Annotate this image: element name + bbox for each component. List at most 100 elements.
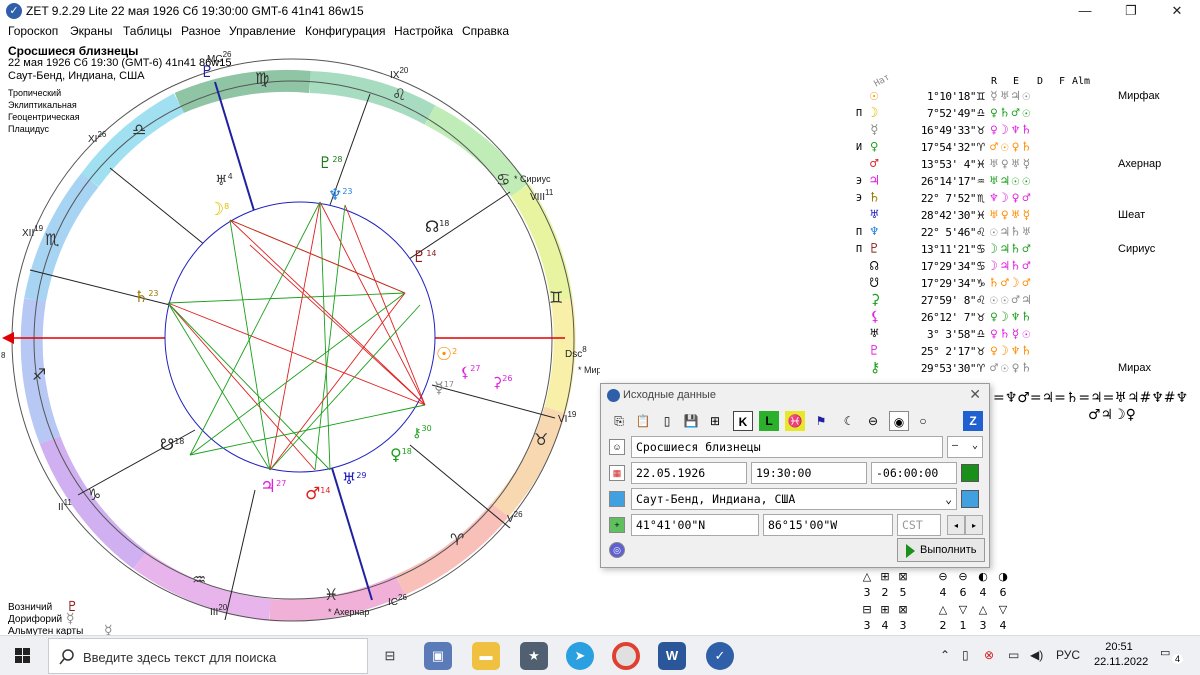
- tray-network-icon[interactable]: ⊗: [984, 648, 994, 662]
- row-degree: 26°14'17": [920, 175, 977, 188]
- menu-help[interactable]: Справка: [462, 24, 509, 38]
- planet-row[interactable]: ⚷ 29°53'30" ♈ ♂☉♀♄ Мирах: [856, 360, 1196, 377]
- planet-row[interactable]: П ♆ 22° 5'46" ♌ ☉♃♄♅: [856, 224, 1196, 241]
- settings-circle-icon[interactable]: ◎: [609, 542, 625, 558]
- planet-row[interactable]: Э ♄ 22° 7'52" ♏ ♆☽♀♂: [856, 190, 1196, 207]
- planet-row[interactable]: ☉ 1°10'18" ♊ ☿♅♃☉ Мирфак: [856, 88, 1196, 105]
- legend-symbol-12: ▽: [958, 603, 968, 616]
- moon-icon[interactable]: ☾: [839, 411, 859, 431]
- planet-row[interactable]: ☊ 17°29'34" ♋ ☽♃♄♂: [856, 258, 1196, 275]
- planet-row[interactable]: П ☽ 7°52'49" ♎ ♀♄♂☉: [856, 105, 1196, 122]
- tray-device-icon[interactable]: ▯: [962, 648, 969, 662]
- flag-icon[interactable]: ⚑: [811, 411, 831, 431]
- row-sign-icon: ♋: [977, 242, 985, 257]
- maximize-button[interactable]: ❐: [1108, 0, 1154, 22]
- dst-toggle[interactable]: [961, 464, 979, 482]
- close-button[interactable]: ✕: [1154, 0, 1200, 22]
- paste-icon[interactable]: 📋: [633, 411, 653, 431]
- svg-text:♈: ♈: [450, 530, 464, 549]
- svg-text:♒: ♒: [192, 570, 206, 589]
- selena-glyph: ⚳26: [492, 374, 512, 391]
- planet-row[interactable]: ⚳ 27°59' 8" ♌ ☉☉♂♃: [856, 292, 1196, 309]
- notifications-count: 4: [1172, 654, 1183, 664]
- menu-horoscope[interactable]: Гороскоп: [8, 24, 58, 38]
- asc-label: 8: [1, 351, 6, 360]
- run-button[interactable]: Выполнить: [897, 538, 985, 562]
- place-field[interactable]: Саут-Бенд, Индиана, США ⌄: [631, 488, 957, 510]
- row-mark: П: [856, 227, 863, 238]
- menu-configuration[interactable]: Конфигурация: [305, 24, 386, 38]
- circle-line-icon[interactable]: ⊖: [863, 411, 883, 431]
- minimize-button[interactable]: —: [1062, 0, 1108, 22]
- pisces-icon[interactable]: ♓: [785, 411, 805, 431]
- planet-row[interactable]: ♅ 3° 3'58" ♎ ♀♄☿☉: [856, 326, 1196, 343]
- planet-glyph-icon: ♄: [870, 190, 879, 206]
- pluto-glyph-top: ♇: [200, 62, 214, 81]
- network-app-icon[interactable]: ▣: [424, 642, 452, 670]
- chrome-icon[interactable]: [612, 642, 640, 670]
- planet-row[interactable]: И ♀ 17°54'32" ♈ ♂☉♀♄: [856, 139, 1196, 156]
- zet-taskbar-icon[interactable]: ✓: [706, 642, 734, 670]
- dialog-close-button[interactable]: ✕: [969, 386, 981, 403]
- next-zone-button[interactable]: ▸: [965, 515, 983, 535]
- telegram-icon[interactable]: ➤: [566, 642, 594, 670]
- notifications-button[interactable]: ▭ 4: [1160, 646, 1183, 666]
- menu-misc[interactable]: Разное: [181, 24, 221, 38]
- legend-symbol-7: ◑: [998, 570, 1008, 583]
- zone-field[interactable]: CST: [897, 514, 941, 536]
- svg-text:♓: ♓: [324, 585, 338, 604]
- legend-value-7: 6: [999, 586, 1007, 599]
- taskbar-clock[interactable]: 20:51 22.11.2022: [1094, 640, 1148, 670]
- row-degree: 7°52'49": [927, 107, 976, 120]
- task-view-icon[interactable]: ⊟: [376, 642, 404, 670]
- menu-screens[interactable]: Экраны: [70, 24, 112, 38]
- copy-icon[interactable]: ⎘: [609, 411, 629, 431]
- planet-row[interactable]: ♇ 25° 2'17" ♉ ♀☽♆♄: [856, 343, 1196, 360]
- time-field[interactable]: 19:30:00: [751, 462, 867, 484]
- radio-empty-icon[interactable]: ○: [913, 411, 933, 431]
- latitude-field[interactable]: 41°41'00"N: [631, 514, 759, 536]
- planet-row[interactable]: ♂ 13°53' 4" ♓ ♅♀♅☿ Ахернар: [856, 156, 1196, 173]
- prev-zone-button[interactable]: ◂: [947, 515, 965, 535]
- gmt-field[interactable]: -06:00:00: [871, 462, 957, 484]
- file-explorer-icon[interactable]: ▬: [472, 642, 500, 670]
- tray-volume-icon[interactable]: ◀): [1030, 648, 1043, 662]
- row-star: Ахернар: [1118, 158, 1162, 170]
- word-icon[interactable]: W: [658, 642, 686, 670]
- table-icon[interactable]: ⊞: [705, 411, 725, 431]
- node-glyph: ☊18: [425, 217, 449, 236]
- start-button[interactable]: [0, 636, 46, 675]
- planet-row[interactable]: Э ♃ 26°14'17" ♒ ♅♃☉☉: [856, 173, 1196, 190]
- map-button[interactable]: [961, 490, 979, 508]
- planet-row[interactable]: ☿ 16°49'33" ♉ ♀☽♆♄: [856, 122, 1196, 139]
- svg-text:♑: ♑: [87, 485, 101, 504]
- taskbar-search[interactable]: Введите здесь текст для поиска: [48, 638, 368, 674]
- z-icon[interactable]: Z: [963, 411, 983, 431]
- svg-text:♊: ♊: [549, 288, 563, 307]
- app-star-icon[interactable]: ★: [520, 642, 548, 670]
- gender-select[interactable]: — ⌄: [947, 436, 983, 458]
- date-field[interactable]: 22.05.1926: [631, 462, 747, 484]
- language-indicator[interactable]: РУС: [1056, 648, 1080, 662]
- planet-glyph-icon: ⚳: [870, 292, 881, 308]
- k-icon[interactable]: K: [733, 411, 753, 431]
- name-field[interactable]: Сросшиеся близнецы: [631, 436, 943, 458]
- menu-control[interactable]: Управление: [229, 24, 296, 38]
- horoscope-wheel[interactable]: ♍ ♌ ♋ ♊ ♉ ♈ ♓ ♒ ♑ ♐ ♏ ♎ MC26 IX20 VIII11…: [0, 40, 600, 635]
- new-icon[interactable]: ▯: [657, 411, 677, 431]
- radio-selected-icon[interactable]: ◉: [889, 411, 909, 431]
- planet-row[interactable]: ⚸ 26°12' 7" ♉ ♀☽♆♄: [856, 309, 1196, 326]
- tray-chevron-icon[interactable]: ⌃: [940, 648, 950, 662]
- planet-row[interactable]: ☋ 17°29'34" ♑ ♄♂☽♂: [856, 275, 1196, 292]
- menu-tables[interactable]: Таблицы: [123, 24, 172, 38]
- tray-battery-icon[interactable]: ▭: [1008, 648, 1019, 662]
- l-icon[interactable]: L: [759, 411, 779, 431]
- row-sign-icon: ♉: [977, 310, 985, 325]
- menu-settings[interactable]: Настройка: [394, 24, 453, 38]
- planet-row[interactable]: ♅ 28°42'30" ♓ ♅♀♅☿ Шеат: [856, 207, 1196, 224]
- longitude-field[interactable]: 86°15'00"W: [763, 514, 893, 536]
- row-degree: 26°12' 7": [920, 311, 977, 324]
- moon-glyph: ☽8: [208, 199, 229, 220]
- save-icon[interactable]: 💾: [681, 411, 701, 431]
- planet-row[interactable]: П ♇ 13°11'21" ♋ ☽♃♄♂ Сириус: [856, 241, 1196, 258]
